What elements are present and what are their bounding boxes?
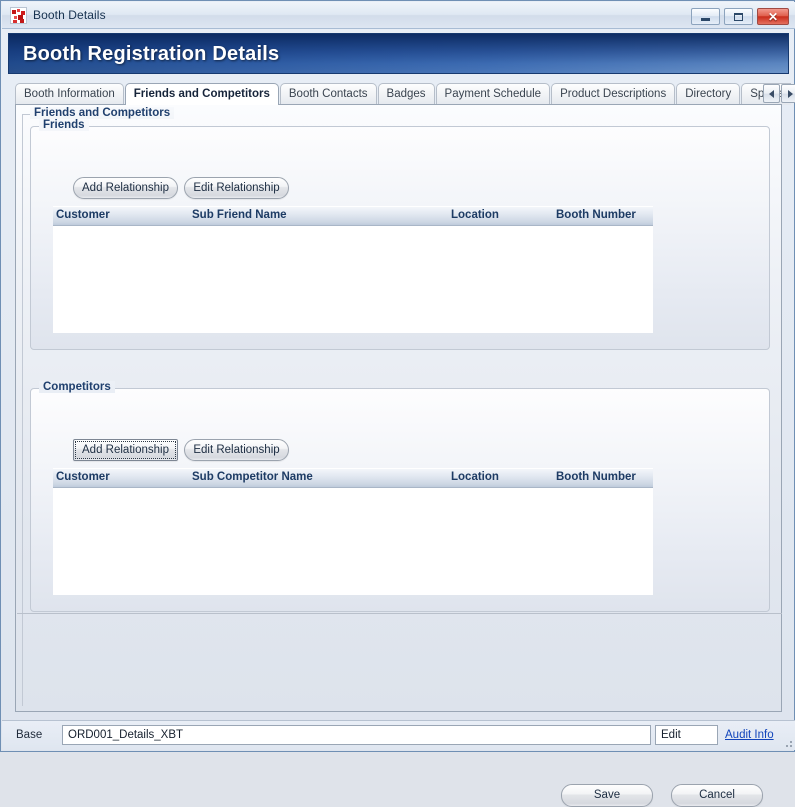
tab-booth-information[interactable]: Booth Information [15, 83, 124, 105]
status-base-value-field[interactable]: ORD001_Details_XBT [62, 725, 651, 745]
tab-product-descriptions[interactable]: Product Descriptions [551, 83, 676, 105]
maximize-button[interactable] [724, 8, 753, 25]
app-dots-icon [10, 7, 27, 24]
status-base-label: Base [16, 729, 43, 741]
tab-content-panel: Friends and Competitors Friends Add Rela… [15, 104, 782, 807]
save-button[interactable]: Save [561, 784, 653, 807]
minimize-button[interactable] [691, 8, 720, 25]
competitors-group-title: Competitors [39, 381, 115, 393]
tab-booth-contacts[interactable]: Booth Contacts [279, 83, 377, 105]
outer-group-title: Friends and Competitors [30, 107, 175, 119]
friends-column-booth-number[interactable]: Booth Number [556, 209, 636, 221]
tab-badges[interactable]: Badges [377, 83, 435, 105]
status-bar: Base ORD001_Details_XBT Edit Audit Info [2, 720, 795, 750]
resize-grip[interactable] [782, 737, 792, 747]
competitors-edit-relationship-button[interactable]: Edit Relationship [184, 439, 289, 461]
status-edit-field[interactable]: Edit [655, 725, 718, 745]
friends-grid-body[interactable] [53, 226, 653, 333]
maximize-icon [725, 9, 752, 24]
friends-group-title: Friends [39, 119, 89, 131]
competitors-column-sub-competitor-name[interactable]: Sub Competitor Name [192, 471, 313, 483]
tab-payment-schedule[interactable]: Payment Schedule [435, 83, 551, 105]
title-bar: Booth Details ✕ [2, 2, 795, 29]
cancel-button[interactable]: Cancel [671, 784, 763, 807]
close-icon: ✕ [767, 9, 779, 24]
friends-column-sub-friend-name[interactable]: Sub Friend Name [192, 209, 287, 221]
friends-add-relationship-button[interactable]: Add Relationship [73, 177, 178, 199]
window-title: Booth Details [33, 8, 106, 22]
friends-grid-header: Customer Sub Friend Name Location Booth … [53, 207, 653, 226]
competitors-grid[interactable]: Customer Sub Competitor Name Location Bo… [53, 468, 653, 595]
outer-group-border-top [22, 114, 30, 115]
tab-directory[interactable]: Directory [676, 83, 741, 105]
competitors-group: Competitors Add Relationship Edit Relati… [30, 381, 770, 612]
friends-edit-relationship-button[interactable]: Edit Relationship [184, 177, 289, 199]
competitors-grid-header: Customer Sub Competitor Name Location Bo… [53, 469, 653, 488]
page-title: Booth Registration Details [23, 43, 280, 65]
chevron-left-icon [768, 89, 774, 98]
competitors-column-customer[interactable]: Customer [56, 471, 110, 483]
tab-scroll-left-button[interactable] [763, 84, 780, 103]
tab-bar: Booth Information Friends and Competitor… [15, 83, 795, 105]
friends-column-location[interactable]: Location [451, 209, 499, 221]
content-divider [17, 613, 782, 614]
friends-grid[interactable]: Customer Sub Friend Name Location Booth … [53, 206, 653, 333]
friends-column-customer[interactable]: Customer [56, 209, 110, 221]
close-button[interactable]: ✕ [757, 8, 789, 25]
outer-group-border-left [22, 114, 23, 706]
competitors-add-relationship-button[interactable]: Add Relationship [73, 439, 178, 461]
competitors-add-relationship-label: Add Relationship [82, 444, 169, 456]
competitors-column-location[interactable]: Location [451, 471, 499, 483]
competitors-grid-body[interactable] [53, 488, 653, 595]
tab-scroll-right-button[interactable] [781, 84, 795, 103]
chevron-right-icon [787, 89, 793, 98]
application-window: Booth Details ✕ Booth Registration Detai… [0, 0, 795, 807]
page-header-banner: Booth Registration Details [8, 33, 789, 74]
minimize-icon [692, 9, 719, 24]
friends-group: Friends Add Relationship Edit Relationsh… [30, 119, 770, 350]
audit-info-link[interactable]: Audit Info [725, 729, 774, 741]
competitors-column-booth-number[interactable]: Booth Number [556, 471, 636, 483]
tab-friends-and-competitors[interactable]: Friends and Competitors [124, 83, 279, 105]
